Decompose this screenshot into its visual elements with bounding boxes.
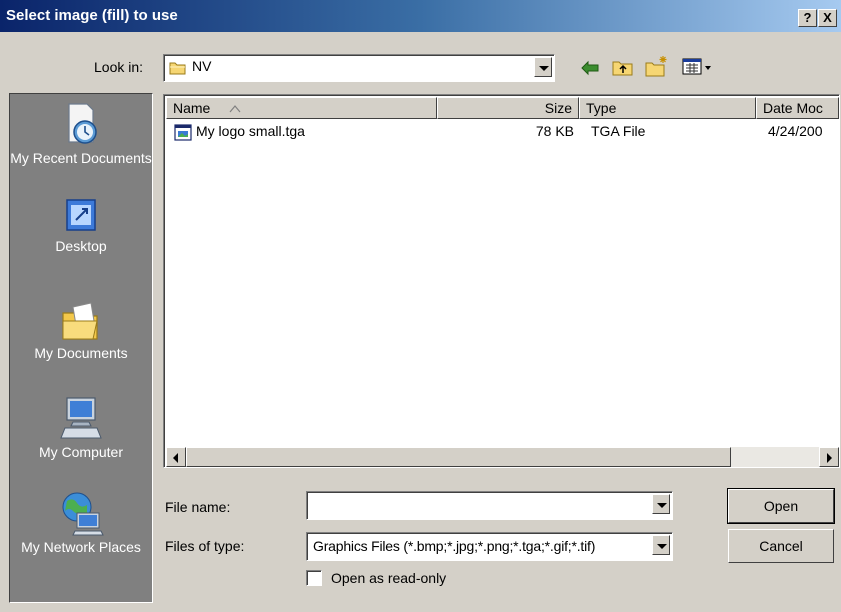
- place-label: My Recent Documents: [10, 150, 152, 166]
- column-header-label: Date Moc: [763, 100, 823, 116]
- my-computer-icon: [60, 397, 102, 439]
- title-bar[interactable]: Select image (fill) to use ? X: [0, 0, 841, 32]
- read-only-checkbox[interactable]: [306, 570, 322, 586]
- column-header-row: Name Size Type Date Moc: [166, 97, 839, 119]
- column-header-size[interactable]: Size: [437, 97, 579, 119]
- network-places-icon: [62, 492, 104, 536]
- close-button[interactable]: X: [818, 9, 837, 27]
- new-folder-icon[interactable]: [645, 54, 669, 78]
- cancel-button[interactable]: Cancel: [728, 529, 834, 563]
- file-name-input[interactable]: [310, 495, 645, 515]
- place-label: My Computer: [38, 444, 124, 460]
- place-label: Desktop: [55, 238, 107, 254]
- file-name-combo[interactable]: [306, 491, 673, 520]
- dialog-title: Select image (fill) to use: [6, 7, 178, 24]
- table-row[interactable]: My logo small.tga 78 KB TGA File 4/24/20…: [174, 123, 834, 143]
- file-name-label: File name:: [165, 499, 231, 515]
- file-type-value: Graphics Files (*.bmp;*.jpg;*.png;*.tga;…: [313, 538, 596, 554]
- up-folder-icon[interactable]: [612, 57, 634, 77]
- arrow-right-icon: [827, 453, 832, 463]
- my-documents-icon: [62, 302, 98, 340]
- column-header-date[interactable]: Date Moc: [756, 97, 839, 119]
- column-header-label: Type: [586, 100, 617, 116]
- place-label: My Documents: [34, 345, 128, 361]
- place-label: My Network Places: [21, 539, 141, 555]
- file-size-cell: 78 KB: [535, 123, 574, 139]
- column-header-label: Name: [173, 100, 211, 116]
- look-in-dropdown-button[interactable]: [534, 57, 552, 77]
- horizontal-scrollbar[interactable]: [166, 447, 839, 467]
- arrow-left-icon: [173, 453, 178, 463]
- folder-icon: [169, 62, 186, 75]
- chevron-down-icon: [657, 503, 667, 508]
- back-arrow-icon[interactable]: [580, 59, 600, 77]
- file-list[interactable]: Name Size Type Date Moc My logo small.tg…: [163, 94, 840, 468]
- place-my-documents[interactable]: My Documents: [10, 301, 152, 362]
- scroll-left-button[interactable]: [166, 447, 186, 467]
- file-name-dropdown-button[interactable]: [652, 494, 670, 514]
- file-open-dialog: Select image (fill) to use ? X Look in: …: [0, 0, 841, 612]
- column-header-type[interactable]: Type: [579, 97, 756, 119]
- recent-documents-icon: [68, 103, 97, 144]
- chevron-down-icon: [539, 66, 549, 71]
- column-header-name[interactable]: Name: [166, 97, 437, 119]
- help-button[interactable]: ?: [798, 9, 817, 27]
- look-in-label: Look in:: [94, 59, 144, 75]
- image-file-icon: [174, 124, 192, 141]
- place-my-computer[interactable]: My Computer: [10, 394, 152, 461]
- places-bar: My Recent Documents Desktop My Documents: [9, 93, 153, 603]
- scroll-thumb[interactable]: [186, 447, 731, 467]
- file-type-label: Files of type:: [165, 538, 245, 554]
- look-in-value: NV: [192, 58, 212, 74]
- desktop-icon: [66, 199, 96, 231]
- column-header-label: Size: [544, 100, 572, 116]
- place-recent-documents[interactable]: My Recent Documents: [10, 100, 152, 167]
- file-date-cell: 4/24/200: [768, 123, 823, 139]
- read-only-label[interactable]: Open as read-only: [331, 570, 446, 586]
- file-type-dropdown-button[interactable]: [652, 535, 670, 555]
- place-desktop[interactable]: Desktop: [10, 196, 152, 255]
- view-menu-icon[interactable]: [682, 58, 714, 76]
- look-in-combo[interactable]: NV: [163, 54, 555, 82]
- chevron-down-icon: [657, 544, 667, 549]
- sort-ascending-icon: [229, 105, 241, 113]
- file-type-cell: TGA File: [591, 123, 646, 139]
- place-network-places[interactable]: My Network Places: [10, 489, 152, 556]
- file-name-cell: My logo small.tga: [196, 123, 305, 139]
- open-button[interactable]: Open: [727, 488, 835, 524]
- file-type-select[interactable]: Graphics Files (*.bmp;*.jpg;*.png;*.tga;…: [306, 532, 673, 561]
- scroll-right-button[interactable]: [819, 447, 839, 467]
